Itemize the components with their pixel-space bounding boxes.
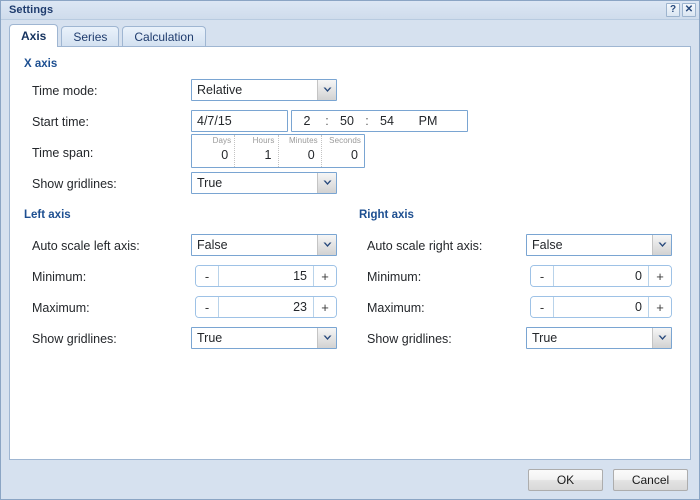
time-span-minutes-header: Minutes xyxy=(289,136,318,145)
time-span-minutes-value: 0 xyxy=(307,148,315,162)
dialog-footer: OK Cancel xyxy=(1,460,699,499)
right-maximum-increment-button[interactable]: + xyxy=(648,297,671,317)
right-maximum-stepper[interactable]: - 0 + xyxy=(530,296,672,318)
right-minimum-value[interactable]: 0 xyxy=(554,266,648,286)
time-span-minutes[interactable]: Minutes 0 xyxy=(279,135,322,167)
left-maximum-stepper[interactable]: - 23 + xyxy=(195,296,337,318)
section-heading-right-axis: Right axis xyxy=(359,209,414,221)
x-show-gridlines-select[interactable]: True xyxy=(191,172,337,194)
time-mode-value: Relative xyxy=(197,83,243,97)
cancel-button[interactable]: Cancel xyxy=(613,468,688,491)
chevron-down-icon xyxy=(317,328,336,348)
right-show-gridlines-select[interactable]: True xyxy=(526,327,672,349)
ok-button[interactable]: OK xyxy=(528,468,603,491)
start-time-hour[interactable]: 2 xyxy=(292,114,322,128)
label-left-minimum: Minimum: xyxy=(32,270,87,284)
left-maximum-decrement-button[interactable]: - xyxy=(196,297,219,317)
left-minimum-stepper[interactable]: - 15 + xyxy=(195,265,337,287)
label-x-show-gridlines: Show gridlines: xyxy=(32,177,117,191)
time-span-hours-value: 1 xyxy=(264,148,272,162)
chevron-down-icon xyxy=(652,235,671,255)
chevron-down-icon xyxy=(652,328,671,348)
time-span-seconds[interactable]: Seconds 0 xyxy=(322,135,364,167)
close-button[interactable]: ✕ xyxy=(682,3,696,17)
right-maximum-decrement-button[interactable]: - xyxy=(531,297,554,317)
time-span-input[interactable]: Days 0 Hours 1 Minutes 0 Seconds 0 xyxy=(191,134,365,168)
chevron-down-icon xyxy=(317,80,336,100)
label-auto-scale-right: Auto scale right axis: xyxy=(367,239,483,253)
time-separator-1: : xyxy=(325,114,329,128)
tab-series[interactable]: Series xyxy=(61,26,120,47)
section-heading-x-axis: X axis xyxy=(24,58,58,70)
start-time-minute[interactable]: 50 xyxy=(332,114,362,128)
help-button[interactable]: ? xyxy=(666,3,680,17)
settings-dialog: Settings ? ✕ Axis Series Calculation X a… xyxy=(0,0,700,500)
left-show-gridlines-value: True xyxy=(197,331,223,345)
time-span-days-value: 0 xyxy=(221,148,229,162)
left-maximum-increment-button[interactable]: + xyxy=(313,297,336,317)
left-minimum-increment-button[interactable]: + xyxy=(313,266,336,286)
title-bar: Settings ? ✕ xyxy=(1,1,699,20)
left-maximum-value[interactable]: 23 xyxy=(219,297,313,317)
time-span-seconds-header: Seconds xyxy=(329,136,361,145)
label-right-show-gridlines: Show gridlines: xyxy=(367,332,452,346)
label-auto-scale-left: Auto scale left axis: xyxy=(32,239,140,253)
label-left-maximum: Maximum: xyxy=(32,301,90,315)
right-show-gridlines-value: True xyxy=(532,331,558,345)
left-show-gridlines-select[interactable]: True xyxy=(191,327,337,349)
label-start-time: Start time: xyxy=(32,115,89,129)
time-span-days-header: Days xyxy=(212,136,232,145)
time-mode-select[interactable]: Relative xyxy=(191,79,337,101)
tab-strip: Axis Series Calculation xyxy=(1,20,699,47)
start-time-second[interactable]: 54 xyxy=(372,114,402,128)
auto-scale-right-select[interactable]: False xyxy=(526,234,672,256)
time-span-hours[interactable]: Hours 1 xyxy=(235,135,279,167)
chevron-down-icon xyxy=(317,173,336,193)
start-date-input[interactable]: 4/7/15 xyxy=(191,110,288,132)
time-span-hours-header: Hours xyxy=(252,136,275,145)
start-time-input[interactable]: 2 : 50 : 54 PM xyxy=(291,110,468,132)
auto-scale-left-select[interactable]: False xyxy=(191,234,337,256)
chevron-down-icon xyxy=(317,235,336,255)
auto-scale-left-value: False xyxy=(197,238,228,252)
right-minimum-increment-button[interactable]: + xyxy=(648,266,671,286)
label-time-span: Time span: xyxy=(32,146,94,160)
section-heading-left-axis: Left axis xyxy=(24,209,71,221)
time-span-seconds-value: 0 xyxy=(351,148,358,162)
label-time-mode: Time mode: xyxy=(32,84,98,98)
start-time-meridiem[interactable]: PM xyxy=(408,114,448,128)
time-span-days[interactable]: Days 0 xyxy=(192,135,236,167)
right-minimum-stepper[interactable]: - 0 + xyxy=(530,265,672,287)
x-show-gridlines-value: True xyxy=(197,176,223,190)
left-minimum-decrement-button[interactable]: - xyxy=(196,266,219,286)
tab-axis[interactable]: Axis xyxy=(9,24,59,47)
auto-scale-right-value: False xyxy=(532,238,563,252)
time-separator-2: : xyxy=(365,114,369,128)
title-bar-buttons: ? ✕ xyxy=(666,3,696,17)
label-right-minimum: Minimum: xyxy=(367,270,422,284)
settings-content-panel: X axis Time mode: Relative Start time: 4… xyxy=(9,46,691,460)
window-title: Settings xyxy=(9,4,54,16)
label-left-show-gridlines: Show gridlines: xyxy=(32,332,117,346)
left-minimum-value[interactable]: 15 xyxy=(219,266,313,286)
right-maximum-value[interactable]: 0 xyxy=(554,297,648,317)
label-right-maximum: Maximum: xyxy=(367,301,425,315)
right-minimum-decrement-button[interactable]: - xyxy=(531,266,554,286)
tab-calculation[interactable]: Calculation xyxy=(122,26,206,47)
